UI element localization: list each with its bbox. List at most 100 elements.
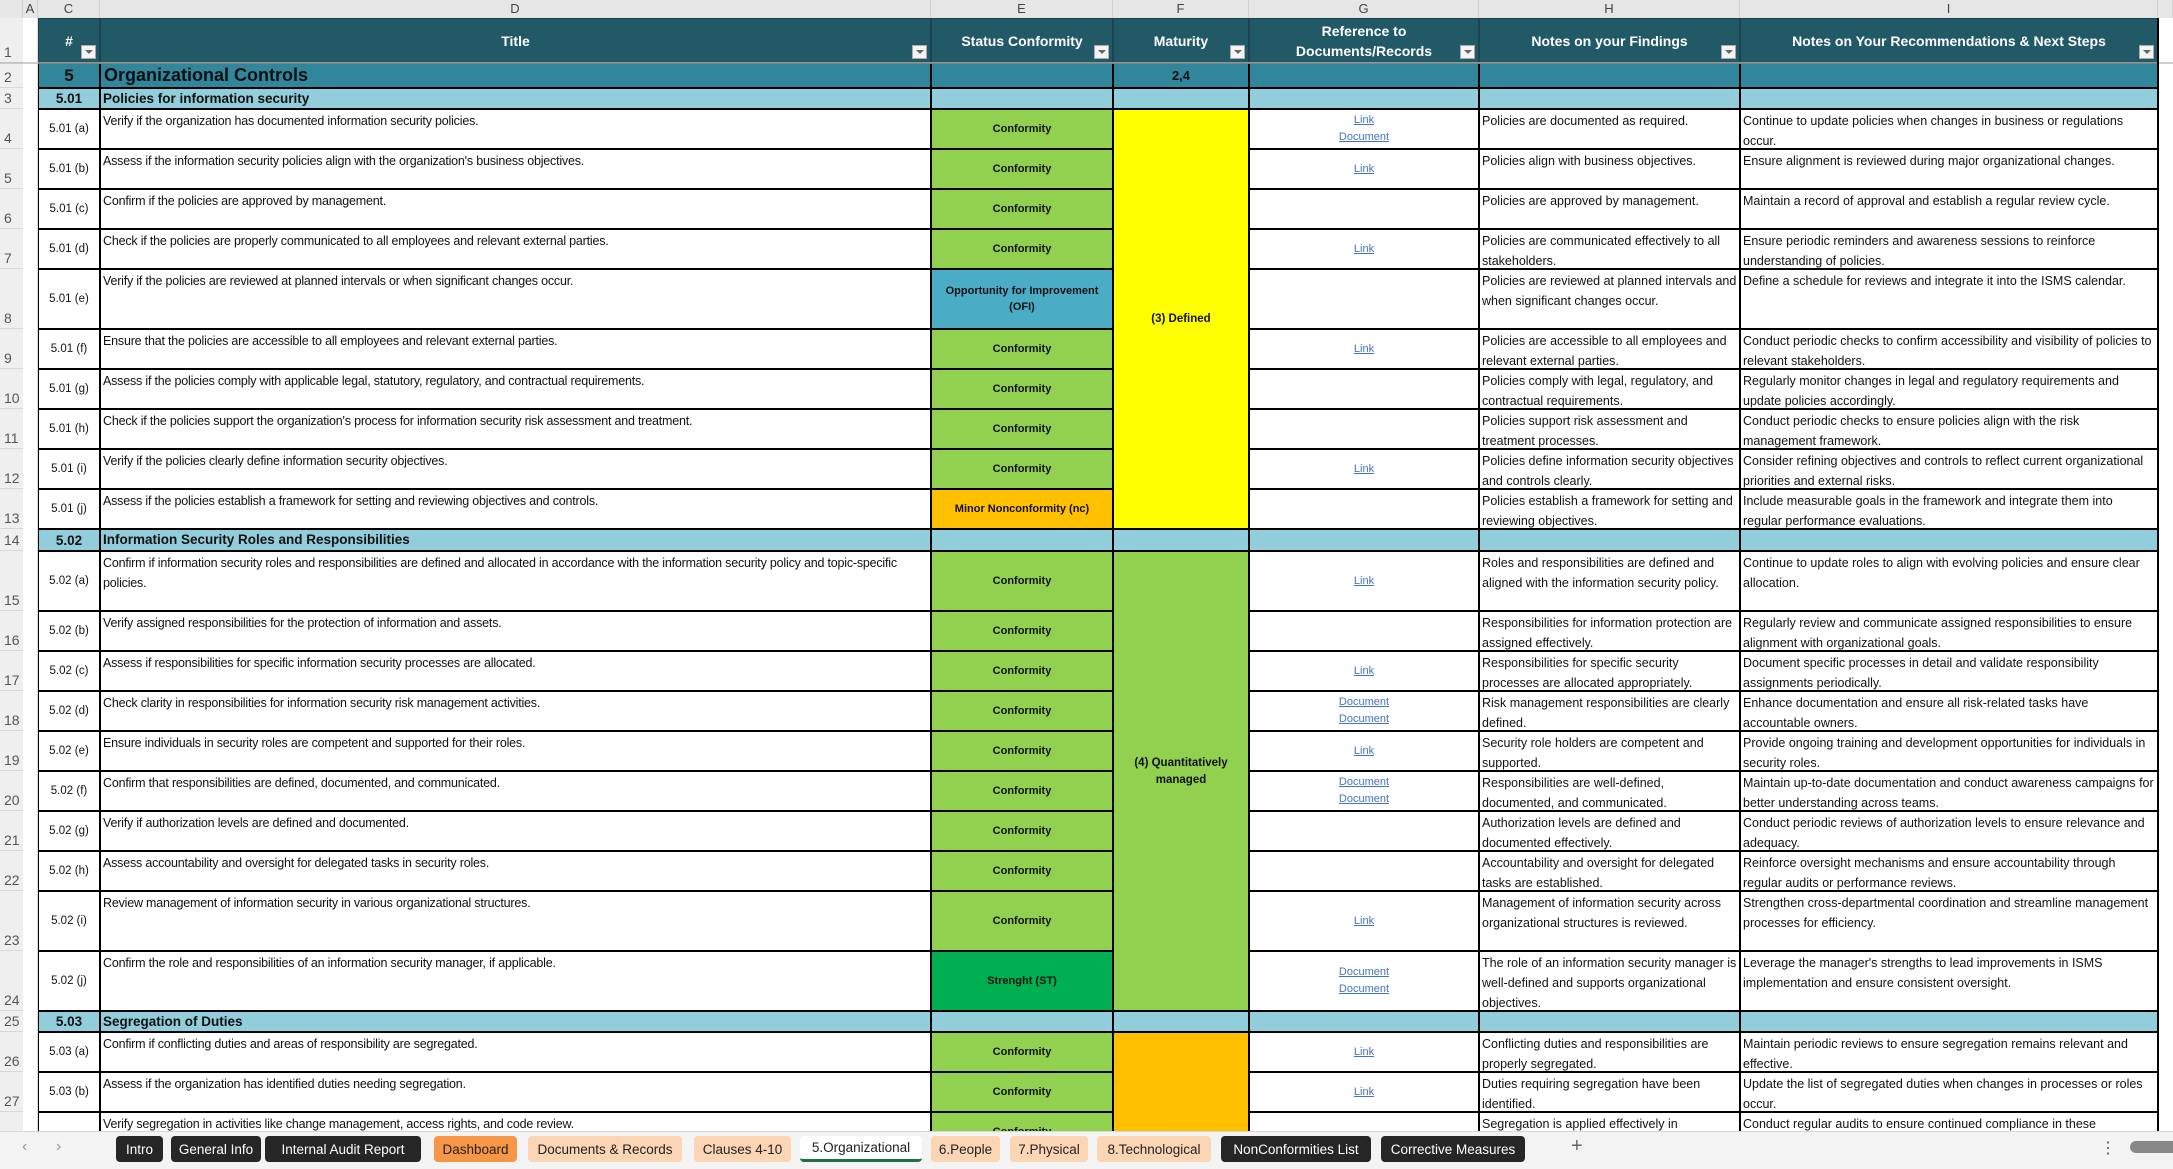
recommendation-note[interactable]: Ensure periodic reminders and awareness … bbox=[1740, 229, 2158, 269]
control-title[interactable]: Assess if the policies establish a frame… bbox=[100, 489, 931, 529]
finding-note[interactable]: Policies support risk assessment and tre… bbox=[1479, 409, 1740, 449]
finding-note[interactable]: Management of information security acros… bbox=[1479, 891, 1740, 951]
reference-link[interactable]: Link bbox=[1354, 743, 1374, 760]
finding-note[interactable]: Responsibilities are well-defined, docum… bbox=[1479, 771, 1740, 811]
control-title[interactable]: Confirm if the policies are approved by … bbox=[100, 189, 931, 229]
finding-note[interactable]: Policies are approved by management. bbox=[1479, 189, 1740, 229]
control-title[interactable]: Verify if the policies clearly define in… bbox=[100, 449, 931, 489]
finding-note[interactable]: Duties requiring segregation have been i… bbox=[1479, 1072, 1740, 1112]
column-header-d[interactable]: D bbox=[100, 0, 931, 18]
recommendation-note[interactable]: Ensure alignment is reviewed during majo… bbox=[1740, 149, 2158, 189]
filter-dropdown-button[interactable] bbox=[81, 45, 96, 59]
control-title[interactable]: Assess if responsibilities for specific … bbox=[100, 651, 931, 691]
control-title[interactable]: Ensure individuals in security roles are… bbox=[100, 731, 931, 771]
control-title[interactable]: Check if the policies are properly commu… bbox=[100, 229, 931, 269]
row-header[interactable]: 17 bbox=[0, 651, 23, 691]
reference-cell[interactable]: Link bbox=[1249, 731, 1479, 771]
row-header[interactable]: 15 bbox=[0, 551, 23, 611]
row-header[interactable]: 11 bbox=[0, 409, 23, 449]
recommendation-note[interactable]: Provide ongoing training and development… bbox=[1740, 731, 2158, 771]
reference-link[interactable]: Link bbox=[1354, 241, 1374, 258]
control-title[interactable]: Verify if the organization has documente… bbox=[100, 109, 931, 149]
reference-link[interactable]: Link bbox=[1354, 461, 1374, 478]
reference-cell[interactable]: Link bbox=[1249, 651, 1479, 691]
status-conformity-cell[interactable]: Conformity bbox=[931, 551, 1113, 611]
recommendation-note[interactable]: Consider refining objectives and control… bbox=[1740, 449, 2158, 489]
row-header[interactable]: 16 bbox=[0, 611, 23, 651]
status-conformity-cell[interactable]: Conformity bbox=[931, 1112, 1113, 1131]
filter-dropdown-button[interactable] bbox=[1460, 45, 1475, 59]
sheet-tab[interactable]: Intro bbox=[116, 1136, 163, 1162]
row-header[interactable]: 14 bbox=[0, 529, 23, 551]
row-header[interactable]: 3 bbox=[0, 88, 23, 109]
column-header-a[interactable]: A bbox=[23, 0, 38, 18]
status-conformity-cell[interactable]: Conformity bbox=[931, 449, 1113, 489]
filter-dropdown-button[interactable] bbox=[2139, 45, 2154, 59]
reference-link[interactable]: Link bbox=[1354, 913, 1374, 930]
reference-cell[interactable] bbox=[1249, 851, 1479, 891]
horizontal-scrollbar[interactable] bbox=[2130, 1141, 2173, 1153]
reference-cell[interactable] bbox=[1249, 811, 1479, 851]
recommendation-note[interactable]: Leverage the manager's strengths to lead… bbox=[1740, 951, 2158, 1011]
recommendation-note[interactable]: Maintain up-to-date documentation and co… bbox=[1740, 771, 2158, 811]
reference-cell[interactable] bbox=[1249, 489, 1479, 529]
finding-note[interactable]: Policies establish a framework for setti… bbox=[1479, 489, 1740, 529]
sheet-tab[interactable]: Documents & Records bbox=[528, 1136, 682, 1162]
recommendation-note[interactable]: Update the list of segregated duties whe… bbox=[1740, 1072, 2158, 1112]
finding-note[interactable]: Policies comply with legal, regulatory, … bbox=[1479, 369, 1740, 409]
column-header-h[interactable]: H bbox=[1479, 0, 1740, 18]
control-title[interactable]: Confirm if information security roles an… bbox=[100, 551, 931, 611]
status-conformity-cell[interactable]: Strenght (ST) bbox=[931, 951, 1113, 1011]
reference-link[interactable]: Link bbox=[1354, 1044, 1374, 1061]
sheet-tab[interactable]: NonConformities List bbox=[1221, 1136, 1371, 1162]
row-header[interactable]: 10 bbox=[0, 369, 23, 409]
maturity-cell[interactable] bbox=[1113, 1032, 1249, 1131]
row-header[interactable]: 25 bbox=[0, 1011, 23, 1032]
row-header[interactable]: 23 bbox=[0, 891, 23, 951]
status-conformity-cell[interactable]: Conformity bbox=[931, 409, 1113, 449]
recommendation-note[interactable]: Conduct regular audits to ensure continu… bbox=[1740, 1112, 2158, 1131]
control-title[interactable]: Assess if the organization has identifie… bbox=[100, 1072, 931, 1112]
status-conformity-cell[interactable]: Conformity bbox=[931, 611, 1113, 651]
row-header[interactable]: 22 bbox=[0, 851, 23, 891]
status-conformity-cell[interactable]: Conformity bbox=[931, 651, 1113, 691]
finding-note[interactable]: Responsibilities for specific security p… bbox=[1479, 651, 1740, 691]
control-title[interactable]: Check if the policies support the organi… bbox=[100, 409, 931, 449]
control-title[interactable]: Assess accountability and oversight for … bbox=[100, 851, 931, 891]
reference-link[interactable]: Document bbox=[1339, 791, 1389, 808]
finding-note[interactable]: Roles and responsibilities are defined a… bbox=[1479, 551, 1740, 611]
filter-dropdown-button[interactable] bbox=[1094, 45, 1109, 59]
recommendation-note[interactable]: Conduct periodic checks to confirm acces… bbox=[1740, 329, 2158, 369]
sheet-tab[interactable]: Internal Audit Report bbox=[265, 1136, 421, 1162]
recommendation-note[interactable]: Document specific processes in detail an… bbox=[1740, 651, 2158, 691]
reference-cell[interactable]: Link bbox=[1249, 449, 1479, 489]
finding-note[interactable]: The role of an information security mana… bbox=[1479, 951, 1740, 1011]
filter-dropdown-button[interactable] bbox=[1721, 45, 1736, 59]
finding-note[interactable]: Policies define information security obj… bbox=[1479, 449, 1740, 489]
row-header[interactable]: 12 bbox=[0, 449, 23, 489]
finding-note[interactable]: Security role holders are competent and … bbox=[1479, 731, 1740, 771]
reference-cell[interactable]: Link bbox=[1249, 149, 1479, 189]
row-header[interactable]: 2 bbox=[0, 63, 23, 88]
recommendation-note[interactable]: Define a schedule for reviews and integr… bbox=[1740, 269, 2158, 329]
status-conformity-cell[interactable]: Conformity bbox=[931, 229, 1113, 269]
control-title[interactable]: Assess if the information security polic… bbox=[100, 149, 931, 189]
recommendation-note[interactable]: Maintain periodic reviews to ensure segr… bbox=[1740, 1032, 2158, 1072]
maturity-cell[interactable]: (3) Defined bbox=[1113, 109, 1249, 529]
status-conformity-cell[interactable]: Conformity bbox=[931, 771, 1113, 811]
row-header[interactable]: 19 bbox=[0, 731, 23, 771]
column-header-c[interactable]: C bbox=[38, 0, 100, 18]
row-header[interactable]: 26 bbox=[0, 1032, 23, 1072]
reference-cell[interactable]: Document Document bbox=[1249, 951, 1479, 1011]
row-header[interactable]: 6 bbox=[0, 189, 23, 229]
column-header-f[interactable]: F bbox=[1113, 0, 1249, 18]
reference-cell[interactable] bbox=[1249, 409, 1479, 449]
reference-cell[interactable]: Document Document bbox=[1249, 771, 1479, 811]
row-header[interactable]: 18 bbox=[0, 691, 23, 731]
select-all-corner[interactable] bbox=[0, 0, 23, 18]
recommendation-note[interactable]: Enhance documentation and ensure all ris… bbox=[1740, 691, 2158, 731]
finding-note[interactable]: Segregation is applied effectively in bbox=[1479, 1112, 1740, 1131]
control-title[interactable]: Check clarity in responsibilities for in… bbox=[100, 691, 931, 731]
reference-link[interactable]: Document bbox=[1339, 129, 1389, 146]
finding-note[interactable]: Policies are reviewed at planned interva… bbox=[1479, 269, 1740, 329]
